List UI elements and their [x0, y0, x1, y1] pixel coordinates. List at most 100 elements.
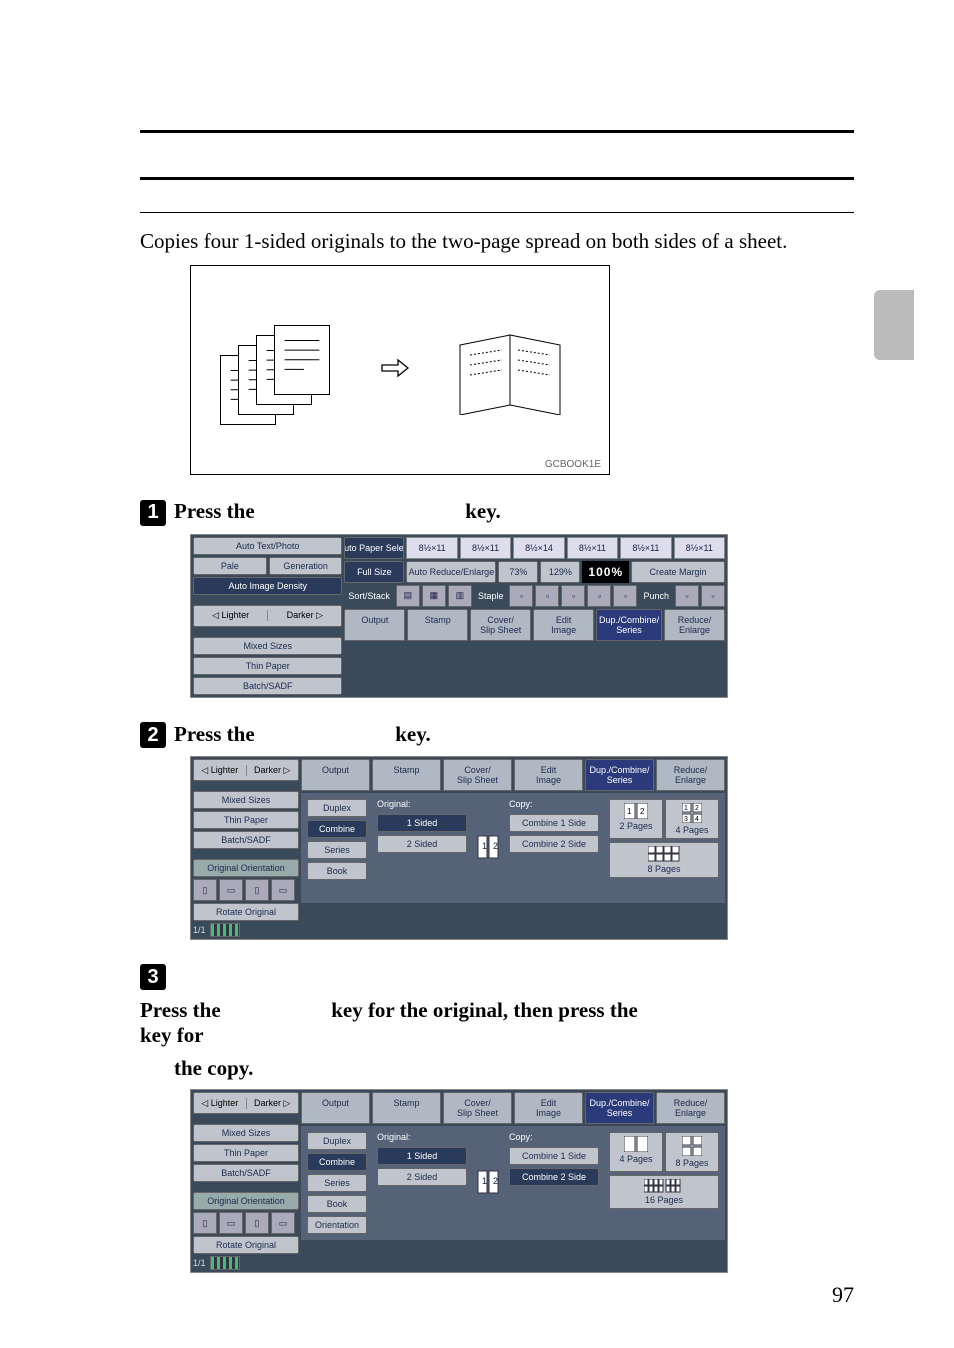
tab-edit-image[interactable]: Edit Image: [533, 609, 594, 641]
rotate-original-button[interactable]: Rotate Original: [193, 903, 299, 921]
original-orientation-label: Original Orientation: [193, 1192, 299, 1210]
orientation-icon[interactable]: ▭: [271, 1212, 295, 1234]
orientation-icon[interactable]: ▯: [193, 1212, 217, 1234]
tab-edit-image[interactable]: Edit Image: [514, 759, 583, 791]
batch-sadf-button[interactable]: Batch/SADF: [193, 831, 299, 849]
ratio-73-button[interactable]: 73%: [498, 561, 538, 583]
tray-5[interactable]: 8½×11: [620, 537, 671, 559]
eight-pages-button[interactable]: 8 Pages: [665, 1132, 719, 1172]
figure-label: GCBOOK1E: [545, 459, 601, 470]
book-button[interactable]: Book: [307, 862, 367, 880]
tray-3[interactable]: 8½×14: [513, 537, 564, 559]
batch-sadf-button[interactable]: Batch/SADF: [193, 677, 342, 695]
tab-reduce-enlarge[interactable]: Reduce/ Enlarge: [664, 609, 725, 641]
tab-reduce-enlarge[interactable]: Reduce/ Enlarge: [656, 759, 725, 791]
tab-stamp[interactable]: Stamp: [372, 759, 441, 791]
density-slider[interactable]: ◁ Lighter Darker ▷: [193, 605, 342, 627]
tab-output[interactable]: Output: [344, 609, 405, 641]
two-sided-button[interactable]: 2 Sided: [377, 835, 467, 853]
sixteen-pages-button[interactable]: 16 Pages: [609, 1175, 719, 1209]
four-pages-button[interactable]: 4 Pages: [609, 1132, 663, 1172]
density-slider[interactable]: ◁ Lighter Darker ▷: [193, 1092, 299, 1114]
thin-paper-button[interactable]: Thin Paper: [193, 811, 299, 829]
auto-image-density-button[interactable]: Auto Image Density: [193, 577, 342, 595]
series-button[interactable]: Series: [307, 1174, 367, 1192]
density-slider[interactable]: ◁ Lighter Darker ▷: [193, 759, 299, 781]
tab-stamp[interactable]: Stamp: [372, 1092, 441, 1124]
orientation-icon[interactable]: ▯: [193, 879, 217, 901]
series-button[interactable]: Series: [307, 841, 367, 859]
svg-text:1: 1: [482, 841, 487, 851]
create-margin-button[interactable]: Create Margin: [631, 561, 725, 583]
combine-1-side-button[interactable]: Combine 1 Side: [509, 1147, 599, 1165]
auto-text-photo-button[interactable]: Auto Text/Photo: [193, 537, 342, 555]
combine-1-side-button[interactable]: Combine 1 Side: [509, 814, 599, 832]
staple-icon[interactable]: ▫: [613, 585, 637, 607]
sort-icon[interactable]: ▤: [396, 585, 420, 607]
tray-1[interactable]: 8½×11: [406, 537, 457, 559]
tab-dup-combine[interactable]: Dup./Combine/ Series: [585, 1092, 654, 1124]
combine-button[interactable]: Combine: [307, 1153, 367, 1171]
tab-edit-image[interactable]: Edit Image: [514, 1092, 583, 1124]
duplex-button[interactable]: Duplex: [307, 1132, 367, 1150]
punch-label: Punch: [639, 591, 673, 601]
two-sided-button[interactable]: 2 Sided: [377, 1168, 467, 1186]
svg-text:1: 1: [684, 805, 688, 812]
punch-icon[interactable]: ▫: [701, 585, 725, 607]
svg-text:4: 4: [695, 816, 699, 823]
combine-2-side-button[interactable]: Combine 2 Side: [509, 1168, 599, 1186]
mixed-sizes-button[interactable]: Mixed Sizes: [193, 791, 299, 809]
tray-2[interactable]: 8½×11: [460, 537, 511, 559]
thin-paper-button[interactable]: Thin Paper: [193, 1144, 299, 1162]
tray-6[interactable]: 8½×11: [674, 537, 725, 559]
tab-stamp[interactable]: Stamp: [407, 609, 468, 641]
original-label: Original:: [377, 1132, 467, 1142]
tab-output[interactable]: Output: [301, 759, 370, 791]
tray-4[interactable]: 8½×11: [567, 537, 618, 559]
duplex-button[interactable]: Duplex: [307, 799, 367, 817]
staple-icon[interactable]: ▫: [561, 585, 585, 607]
tab-dup-combine[interactable]: Dup./Combine/ Series: [585, 759, 654, 791]
tab-reduce-enlarge[interactable]: Reduce/ Enlarge: [656, 1092, 725, 1124]
one-sided-button[interactable]: 1 Sided: [377, 814, 467, 832]
pale-button[interactable]: Pale: [193, 557, 267, 575]
tab-cover-slip[interactable]: Cover/ Slip Sheet: [443, 759, 512, 791]
combine-2-side-button[interactable]: Combine 2 Side: [509, 835, 599, 853]
orientation-icon[interactable]: ▭: [219, 879, 243, 901]
sort-icon[interactable]: ▥: [448, 585, 472, 607]
mixed-sizes-button[interactable]: Mixed Sizes: [193, 1124, 299, 1142]
orientation-icon[interactable]: ▯: [245, 879, 269, 901]
full-size-button[interactable]: Full Size: [344, 561, 404, 583]
svg-text:1: 1: [482, 1176, 487, 1186]
tab-cover-slip[interactable]: Cover/ Slip Sheet: [470, 609, 531, 641]
staple-icon[interactable]: ▫: [535, 585, 559, 607]
combine-button[interactable]: Combine: [307, 820, 367, 838]
rotate-original-button[interactable]: Rotate Original: [193, 1236, 299, 1254]
paper-select-button[interactable]: Auto Paper Select: [344, 537, 404, 559]
step-3-continued: the copy.: [174, 1056, 854, 1081]
staple-icon[interactable]: ▫: [509, 585, 533, 607]
ratio-129-button[interactable]: 129%: [540, 561, 580, 583]
batch-sadf-button[interactable]: Batch/SADF: [193, 1164, 299, 1182]
generation-button[interactable]: Generation: [269, 557, 343, 575]
mixed-sizes-button[interactable]: Mixed Sizes: [193, 637, 342, 655]
one-sided-button[interactable]: 1 Sided: [377, 1147, 467, 1165]
original-orientation-label: Original Orientation: [193, 859, 299, 877]
two-pages-button[interactable]: 12 2 Pages: [609, 799, 663, 839]
booklet-output: [440, 325, 580, 415]
eight-pages-button[interactable]: 8 Pages: [609, 842, 719, 878]
staple-icon[interactable]: ▫: [587, 585, 611, 607]
thin-paper-button[interactable]: Thin Paper: [193, 657, 342, 675]
tab-output[interactable]: Output: [301, 1092, 370, 1124]
orientation-button[interactable]: Orientation: [307, 1216, 367, 1234]
orientation-icon[interactable]: ▭: [271, 879, 295, 901]
orientation-icon[interactable]: ▭: [219, 1212, 243, 1234]
auto-reduce-button[interactable]: Auto Reduce/Enlarge: [406, 561, 496, 583]
punch-icon[interactable]: ▫: [675, 585, 699, 607]
four-pages-button[interactable]: 1234 4 Pages: [665, 799, 719, 839]
sort-icon[interactable]: ▦: [422, 585, 446, 607]
tab-dup-combine[interactable]: Dup./Combine/ Series: [596, 609, 662, 641]
book-button[interactable]: Book: [307, 1195, 367, 1213]
tab-cover-slip[interactable]: Cover/ Slip Sheet: [443, 1092, 512, 1124]
orientation-icon[interactable]: ▯: [245, 1212, 269, 1234]
